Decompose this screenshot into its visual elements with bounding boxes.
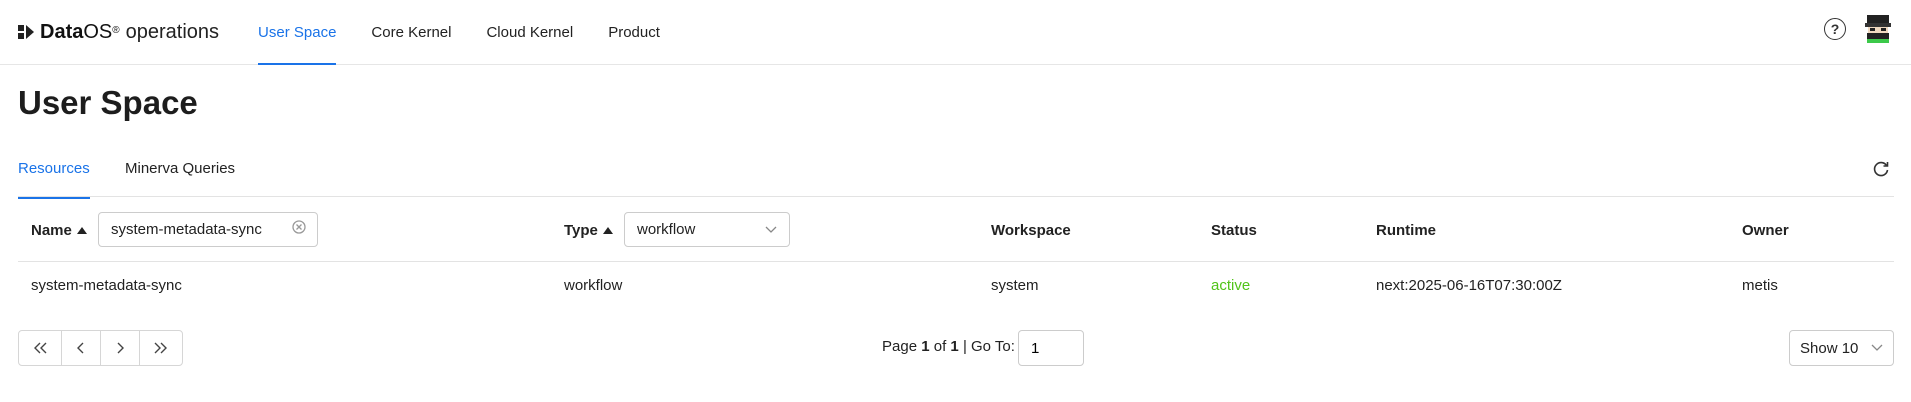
current-page: 1 xyxy=(921,338,930,355)
goto-page-input[interactable] xyxy=(1018,330,1084,366)
dataos-logo-icon xyxy=(18,25,34,39)
pagination-controls xyxy=(18,330,183,366)
chevrons-left-icon xyxy=(34,342,47,354)
column-header-owner[interactable]: Owner xyxy=(1742,222,1789,239)
column-label-name: Name xyxy=(31,222,72,239)
previous-page-button[interactable] xyxy=(61,330,101,366)
table-row[interactable]: system-metadata-sync workflow system act… xyxy=(18,262,1894,310)
status-badge: active xyxy=(1211,277,1251,294)
column-header-status[interactable]: Status xyxy=(1211,222,1257,239)
chevron-left-icon xyxy=(77,342,84,354)
chevron-right-icon xyxy=(117,342,124,354)
tab-resources[interactable]: Resources xyxy=(18,160,90,199)
sort-ascending-icon[interactable] xyxy=(76,227,87,234)
chevrons-right-icon xyxy=(154,342,167,354)
total-pages: 1 xyxy=(950,338,959,355)
tab-bar: Resources Minerva Queries xyxy=(18,148,1894,199)
page-size-select[interactable]: Show 10 xyxy=(1789,330,1894,366)
chevron-down-icon xyxy=(1871,344,1883,351)
cell-type: workflow xyxy=(564,277,623,294)
brand-registered-mark: ® xyxy=(112,24,120,36)
column-header-name[interactable]: Name xyxy=(31,222,87,239)
resources-table: Name Type workflow Workspace Status Runt… xyxy=(18,201,1894,310)
goto-label: | Go To: xyxy=(962,338,1015,355)
page-title: User Space xyxy=(18,84,198,121)
brand-suffix: operations xyxy=(125,20,220,43)
header-actions: ? xyxy=(1824,12,1895,46)
page-size-value: Show 10 xyxy=(1800,339,1859,357)
page-label: Page xyxy=(882,338,918,355)
help-icon[interactable]: ? xyxy=(1824,18,1846,40)
first-page-button[interactable] xyxy=(18,330,62,366)
column-header-workspace[interactable]: Workspace xyxy=(991,222,1071,239)
top-navbar: Data OS ® operations User Space Core Kerne… xyxy=(0,0,1911,65)
refresh-icon[interactable] xyxy=(1872,160,1890,178)
cell-name[interactable]: system-metadata-sync xyxy=(31,277,182,294)
cell-owner: metis xyxy=(1742,277,1778,294)
nav-user-space[interactable]: User Space xyxy=(258,0,337,65)
next-page-button[interactable] xyxy=(100,330,140,366)
column-label-type: Type xyxy=(564,222,598,239)
last-page-button[interactable] xyxy=(139,330,183,366)
nav-product[interactable]: Product xyxy=(608,0,660,64)
column-header-runtime[interactable]: Runtime xyxy=(1376,222,1436,239)
tab-minerva-queries[interactable]: Minerva Queries xyxy=(125,160,235,199)
main-nav: User Space Core Kernel Cloud Kernel Prod… xyxy=(258,0,695,65)
sort-ascending-icon[interactable] xyxy=(602,227,613,234)
brand-logo[interactable]: Data OS ® operations xyxy=(18,21,219,44)
avatar[interactable] xyxy=(1861,12,1895,46)
chevron-down-icon xyxy=(765,226,777,233)
cell-runtime: next:2025-06-16T07:30:00Z xyxy=(1376,277,1562,294)
brand-os: OS xyxy=(83,20,113,43)
type-filter-select[interactable]: workflow xyxy=(624,212,790,247)
table-header: Name Type workflow Workspace Status Runt… xyxy=(18,201,1894,262)
type-filter-value: workflow xyxy=(637,221,696,238)
column-header-type[interactable]: Type xyxy=(564,222,613,239)
clear-filter-icon[interactable] xyxy=(292,220,306,234)
nav-cloud-kernel[interactable]: Cloud Kernel xyxy=(486,0,573,64)
name-filter-input[interactable] xyxy=(98,212,318,247)
cell-workspace: system xyxy=(991,277,1039,294)
page-indicator: Page 1 of 1 | Go To: xyxy=(882,338,1015,355)
nav-core-kernel[interactable]: Core Kernel xyxy=(371,0,451,64)
of-label: of xyxy=(933,338,947,355)
brand-name: Data xyxy=(40,20,84,43)
